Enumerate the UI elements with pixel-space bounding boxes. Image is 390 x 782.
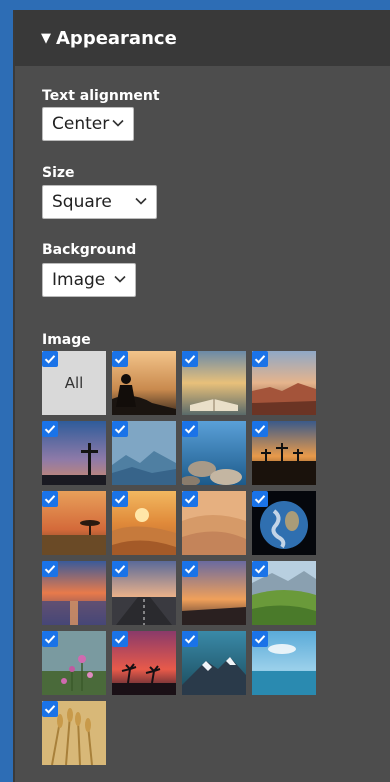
checkbox-checked-icon[interactable] — [182, 421, 198, 437]
image-tile-red-rock-canyon[interactable] — [252, 351, 316, 415]
chevron-down-icon — [135, 197, 147, 205]
image-label: Image — [42, 332, 91, 348]
section-title: Appearance — [56, 27, 177, 49]
text-alignment-value: Center — [52, 114, 110, 134]
image-tile-road-horizon[interactable] — [112, 561, 176, 625]
checkbox-checked-icon[interactable] — [112, 631, 128, 647]
image-tile-ocean-sunset[interactable] — [42, 561, 106, 625]
image-tile-rocky-coast[interactable] — [182, 421, 246, 485]
image-tile-desert-dunes[interactable] — [182, 491, 246, 555]
checkbox-checked-icon[interactable] — [42, 491, 58, 507]
image-tile-wildflowers[interactable] — [42, 631, 106, 695]
checkbox-checked-icon[interactable] — [182, 561, 198, 577]
checkbox-checked-icon[interactable] — [112, 561, 128, 577]
image-tile-green-hills[interactable] — [252, 561, 316, 625]
checkbox-checked-icon[interactable] — [42, 421, 58, 437]
text-alignment-label: Text alignment — [42, 88, 160, 104]
text-alignment-select[interactable]: Center — [42, 107, 134, 141]
size-value: Square — [52, 192, 112, 212]
checkbox-checked-icon[interactable] — [112, 351, 128, 367]
chevron-down-icon — [114, 275, 126, 283]
image-tile-wheat-field[interactable] — [42, 701, 106, 765]
checkbox-checked-icon[interactable] — [42, 351, 58, 367]
checkbox-checked-icon[interactable] — [252, 561, 268, 577]
checkbox-checked-icon[interactable] — [182, 631, 198, 647]
image-tile-sunset-sky[interactable] — [182, 561, 246, 625]
appearance-panel: ▼ Appearance Text alignment Center Size … — [13, 10, 390, 782]
background-value: Image — [52, 270, 106, 290]
checkbox-checked-icon[interactable] — [42, 701, 58, 717]
size-label: Size — [42, 165, 75, 181]
checkbox-checked-icon[interactable] — [182, 491, 198, 507]
checkbox-checked-icon[interactable] — [112, 491, 128, 507]
image-tile-cross-dusk[interactable] — [42, 421, 106, 485]
checkbox-checked-icon[interactable] — [112, 421, 128, 437]
checkbox-checked-icon[interactable] — [252, 421, 268, 437]
checkbox-checked-icon[interactable] — [182, 351, 198, 367]
image-tile-sea-clouds[interactable] — [252, 631, 316, 695]
all-tile-label: All — [64, 374, 84, 392]
checkbox-checked-icon[interactable] — [252, 631, 268, 647]
image-tile-desert-dunes-sun[interactable] — [112, 491, 176, 555]
checkbox-checked-icon[interactable] — [42, 631, 58, 647]
image-tile-palm-trees-sunset[interactable] — [112, 631, 176, 695]
image-tile-three-crosses-sunset[interactable] — [252, 421, 316, 485]
checkbox-checked-icon[interactable] — [42, 561, 58, 577]
collapse-triangle-icon: ▼ — [41, 30, 51, 46]
background-select[interactable]: Image — [42, 263, 136, 297]
image-tile-person-reading-sunset[interactable] — [112, 351, 176, 415]
image-tile-tree-savanna-sunset[interactable] — [42, 491, 106, 555]
image-tile-snowy-mountain[interactable] — [182, 631, 246, 695]
image-tile-misty-mountains[interactable] — [112, 421, 176, 485]
size-select[interactable]: Square — [42, 185, 157, 219]
background-label: Background — [42, 242, 137, 258]
image-tile-all[interactable]: All — [42, 351, 106, 415]
chevron-down-icon — [112, 119, 124, 127]
checkbox-checked-icon[interactable] — [252, 351, 268, 367]
checkbox-checked-icon[interactable] — [252, 491, 268, 507]
image-tile-open-book-lake[interactable] — [182, 351, 246, 415]
image-tile-earth-globe[interactable] — [252, 491, 316, 555]
appearance-section-header[interactable]: ▼ Appearance — [15, 10, 390, 66]
